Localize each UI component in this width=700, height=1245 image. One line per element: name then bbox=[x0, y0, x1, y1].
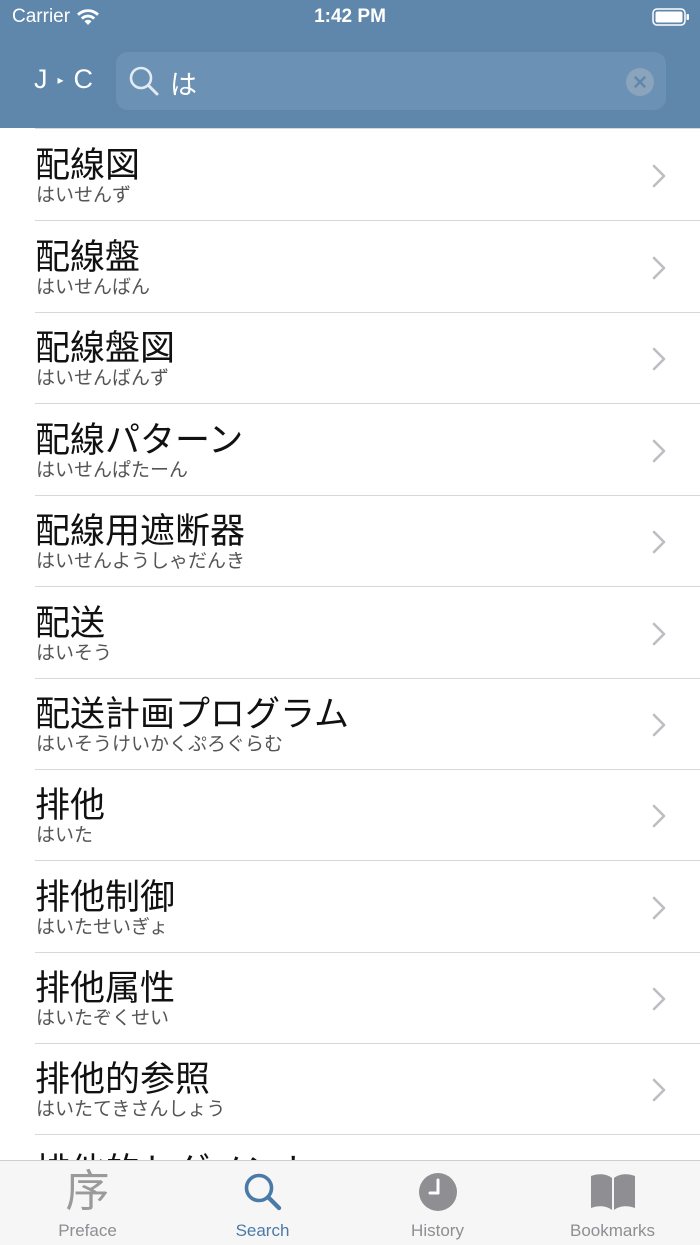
list-item[interactable]: 排他属性 はいたぞくせい bbox=[0, 953, 700, 1044]
result-word: 配線パターン bbox=[35, 421, 244, 461]
list-item[interactable]: 配線図 はいせんず bbox=[0, 130, 700, 221]
tab-label: Bookmarks bbox=[569, 1221, 656, 1240]
row-divider bbox=[35, 403, 700, 404]
result-reading: はいそう bbox=[36, 642, 113, 664]
result-reading: はいそうけいかくぷろぐらむ bbox=[36, 733, 284, 755]
tab-label: History bbox=[411, 1221, 464, 1240]
list-item[interactable]: 配線盤 はいせんばん bbox=[0, 222, 700, 313]
search-results-list[interactable]: 配線図 はいせんず 配線盤 はいせんばん 配線盤図 はいせんばんず 配線パターン… bbox=[0, 128, 700, 1160]
list-item[interactable]: 排他制御 はいたせいぎょ bbox=[0, 862, 700, 953]
result-word: 配送 bbox=[35, 604, 106, 644]
result-reading: はいせんばん bbox=[36, 276, 151, 298]
preface-glyph: 序 bbox=[65, 1166, 110, 1217]
battery-icon bbox=[652, 8, 690, 26]
chevron-right-icon bbox=[652, 713, 666, 737]
list-item[interactable]: 配線パターン はいせんぱたーん bbox=[0, 405, 700, 496]
result-word: 配線盤図 bbox=[35, 329, 176, 369]
chevron-right-icon bbox=[652, 622, 666, 646]
tab-preface[interactable]: 序 Preface bbox=[0, 1161, 175, 1245]
result-reading: はいた bbox=[36, 824, 94, 846]
result-word: 排他属性 bbox=[35, 969, 176, 1009]
row-divider bbox=[35, 860, 700, 861]
language-direction-toggle[interactable]: J ▸ C bbox=[34, 64, 93, 95]
list-item[interactable]: 配送 はいそう bbox=[0, 588, 700, 679]
result-word: 排他制御 bbox=[35, 878, 176, 918]
status-bar: Carrier 1:42 PM bbox=[0, 0, 700, 36]
chevron-right-icon bbox=[652, 987, 666, 1011]
preface-icon: 序 bbox=[62, 1169, 114, 1215]
search-icon bbox=[128, 65, 160, 97]
result-word: 配線図 bbox=[35, 146, 141, 186]
tab-label: Search bbox=[235, 1221, 290, 1240]
result-word: 配線盤 bbox=[35, 238, 141, 278]
list-item[interactable]: 配線用遮断器 はいせんようしゃだんき bbox=[0, 496, 700, 587]
result-reading: はいたてきさんしょう bbox=[36, 1098, 226, 1120]
result-word: 排他的セグメント bbox=[35, 1150, 315, 1160]
list-item[interactable]: 排他的参照 はいたてきさんしょう bbox=[0, 1044, 700, 1135]
tab-bookmarks[interactable]: Bookmarks bbox=[525, 1161, 700, 1245]
chevron-right-icon bbox=[652, 896, 666, 920]
tab-label: Preface bbox=[58, 1221, 117, 1240]
navigation-header: Carrier 1:42 PM J ▸ C bbox=[0, 0, 700, 128]
tab-search[interactable]: Search bbox=[175, 1161, 350, 1245]
result-reading: はいたぞくせい bbox=[36, 1007, 170, 1029]
result-reading: はいせんばんず bbox=[36, 367, 170, 389]
mode-from-label: J bbox=[34, 64, 48, 94]
list-top-divider bbox=[35, 128, 700, 129]
list-item[interactable]: 排他 はいた bbox=[0, 770, 700, 861]
tab-bar: 序 Preface Search History Bookmarks bbox=[0, 1160, 700, 1245]
list-item[interactable]: 配送計画プログラム はいそうけいかくぷろぐらむ bbox=[0, 679, 700, 770]
search-icon bbox=[237, 1169, 289, 1215]
chevron-right-icon bbox=[652, 439, 666, 463]
triangle-right-icon: ▸ bbox=[57, 72, 64, 87]
search-bar[interactable] bbox=[116, 52, 666, 110]
result-word: 排他的参照 bbox=[35, 1060, 211, 1100]
mode-to-label: C bbox=[73, 64, 94, 94]
result-reading: はいせんようしゃだんき bbox=[36, 550, 246, 572]
chevron-right-icon bbox=[652, 256, 666, 280]
result-reading: はいせんぱたーん bbox=[36, 459, 189, 481]
result-word: 配送計画プログラム bbox=[35, 695, 349, 735]
chevron-right-icon bbox=[652, 347, 666, 371]
clear-search-icon[interactable] bbox=[626, 68, 654, 96]
chevron-right-icon bbox=[652, 1078, 666, 1102]
list-item[interactable]: 排他的セグメント bbox=[0, 1136, 700, 1160]
row-divider bbox=[35, 586, 700, 587]
status-time: 1:42 PM bbox=[314, 6, 386, 27]
chevron-right-icon bbox=[652, 804, 666, 828]
chevron-right-icon bbox=[652, 530, 666, 554]
tab-history[interactable]: History bbox=[350, 1161, 525, 1245]
row-divider bbox=[35, 220, 700, 221]
result-reading: はいせんず bbox=[36, 184, 132, 206]
search-input[interactable] bbox=[168, 60, 612, 104]
result-word: 排他 bbox=[35, 786, 106, 826]
book-icon bbox=[587, 1169, 639, 1215]
chevron-right-icon bbox=[652, 164, 666, 188]
clock-icon bbox=[412, 1169, 464, 1215]
result-word: 配線用遮断器 bbox=[35, 512, 246, 552]
list-item[interactable]: 配線盤図 はいせんばんず bbox=[0, 313, 700, 404]
row-divider bbox=[35, 1134, 700, 1135]
result-reading: はいたせいぎょ bbox=[36, 916, 169, 938]
